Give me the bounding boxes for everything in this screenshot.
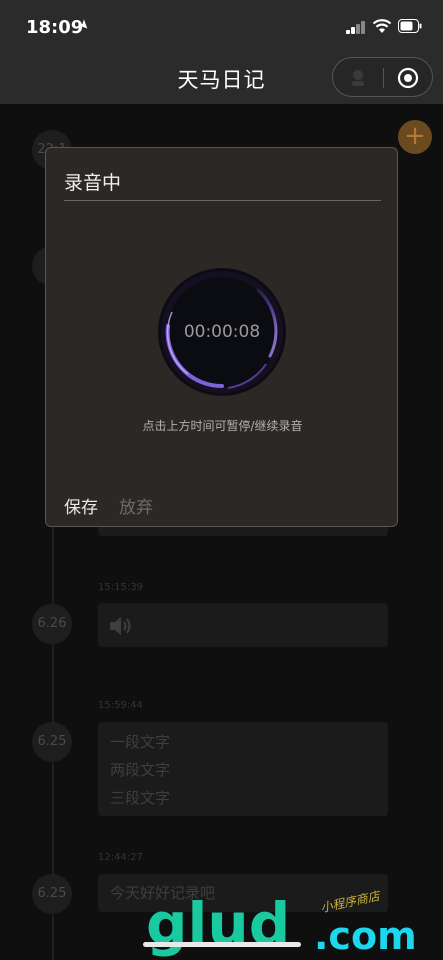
- date-bubble: 6.25: [32, 874, 72, 914]
- entry-timestamp: 15:59:44: [98, 700, 143, 711]
- speaker-icon[interactable]: [108, 615, 134, 637]
- date-bubble: 6.26: [32, 604, 72, 644]
- recording-dialog: 录音中 00:00:08 点击上方时间可暂停/继续录音 保存 放弃: [45, 147, 398, 527]
- battery-icon: [398, 19, 422, 33]
- record-timer-button[interactable]: 00:00:08: [158, 268, 286, 396]
- entry-timestamp: 12:44:27: [98, 852, 143, 863]
- add-entry-button[interactable]: +: [398, 120, 432, 154]
- watermark-logo: glud: [146, 890, 291, 958]
- nav-bar: 天马日记: [0, 54, 443, 104]
- home-indicator[interactable]: [143, 942, 301, 947]
- entry-text: 一段文字 两段文字 三段文字: [98, 722, 388, 818]
- record-hint: 点击上方时间可暂停/继续录音: [142, 419, 303, 433]
- list-item-text[interactable]: 一段文字 两段文字 三段文字: [98, 722, 388, 816]
- watermark-domain: .com: [314, 914, 417, 958]
- signal-icon: [346, 21, 368, 34]
- entry-line: 两段文字: [110, 761, 171, 779]
- list-item-audio[interactable]: [98, 603, 388, 647]
- miniprogram-capsule: [332, 57, 433, 97]
- entry-line: 三段文字: [110, 789, 171, 807]
- record-timer-text: 00:00:08: [183, 322, 261, 342]
- entry-line: 一段文字: [110, 733, 171, 751]
- more-dots-icon[interactable]: [347, 68, 369, 88]
- capsule-divider: [383, 68, 384, 88]
- dialog-title: 录音中: [64, 172, 122, 194]
- save-button[interactable]: 保存: [64, 493, 98, 518]
- wifi-icon: [372, 19, 392, 33]
- date-bubble: 6.25: [32, 722, 72, 762]
- entry-timestamp: 15:15:39: [98, 582, 143, 593]
- target-circle-icon[interactable]: [397, 67, 419, 89]
- status-bar: 18:09 ➤: [0, 0, 443, 54]
- dialog-divider: [64, 200, 381, 201]
- discard-button[interactable]: 放弃: [119, 493, 153, 518]
